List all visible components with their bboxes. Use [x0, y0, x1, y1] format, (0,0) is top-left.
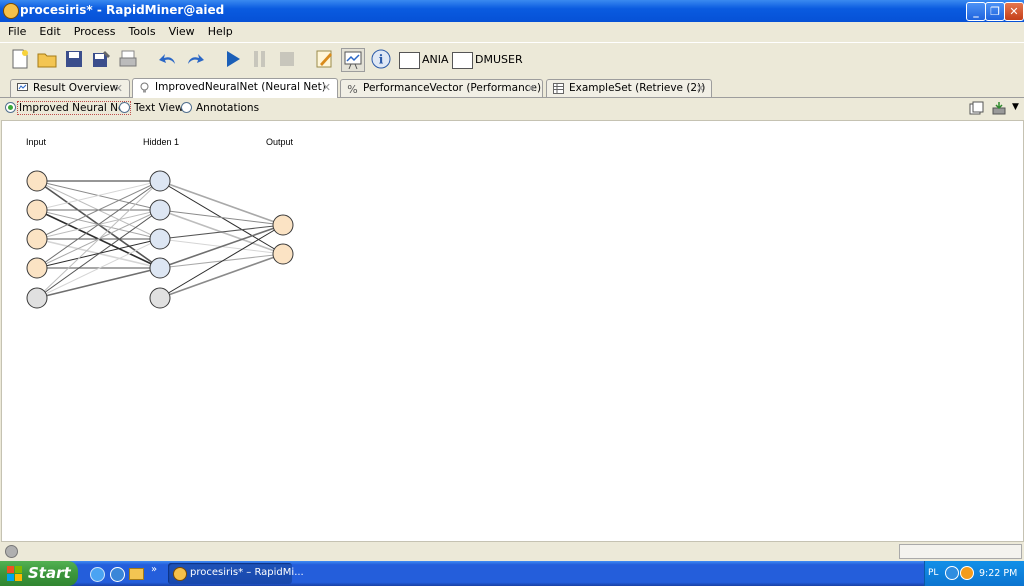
quicklaunch-overflow-icon[interactable]: »	[151, 564, 157, 575]
connection-edge	[159, 209, 284, 226]
maximize-button[interactable]: ❐	[985, 2, 1005, 21]
window-title: procesiris* - RapidMiner@aied	[20, 3, 225, 17]
view-label-graph[interactable]: Improved Neural Net	[17, 101, 131, 115]
layer-label: Output	[266, 137, 294, 147]
input-node[interactable]	[26, 170, 48, 192]
svg-text:i: i	[379, 53, 384, 67]
menu-help[interactable]: Help	[200, 22, 238, 38]
save-as-icon[interactable]	[90, 48, 112, 70]
close-tab-icon[interactable]: ✕	[696, 80, 705, 97]
title-bar: procesiris* - RapidMiner@aied _ ❐ ✕	[0, 0, 1024, 22]
status-indicator-icon	[5, 545, 18, 558]
tray-chevron-icon[interactable]	[945, 566, 959, 580]
close-button[interactable]: ✕	[1004, 2, 1024, 21]
main-toolbar: i ANIA DMUSER	[0, 42, 1024, 77]
memory-monitor	[899, 544, 1022, 559]
output-node[interactable]	[272, 243, 294, 265]
start-label: Start	[28, 564, 71, 582]
input-node[interactable]	[26, 199, 48, 221]
system-tray: PL 9:22 PM	[924, 561, 1024, 586]
output-node[interactable]	[272, 214, 294, 236]
export-icon[interactable]	[991, 100, 1008, 116]
start-button[interactable]: Start	[0, 561, 78, 586]
quicklaunch-ie-icon[interactable]	[110, 567, 125, 582]
connection-edge	[159, 180, 284, 226]
perspective-dmuser-label: DMUSER	[475, 53, 523, 66]
input-node[interactable]	[26, 257, 48, 279]
rapidminer-icon	[3, 3, 19, 19]
redo-icon[interactable]	[184, 48, 206, 70]
menu-process[interactable]: Process	[66, 22, 121, 38]
percent-icon: %	[347, 83, 357, 94]
bias-node[interactable]	[26, 287, 48, 309]
info-icon[interactable]: i	[370, 48, 392, 70]
neural-net-graph: Input Hidden 1 Output	[26, 137, 294, 309]
monitor-icon	[17, 83, 28, 91]
connection-edge	[36, 267, 161, 299]
stop-icon[interactable]	[276, 48, 298, 70]
restore-view-icon[interactable]	[969, 101, 984, 116]
menu-tools[interactable]: Tools	[120, 22, 160, 38]
tab-label: Result Overview	[33, 82, 119, 94]
tab-result-overview[interactable]: Result Overview ✕	[10, 79, 130, 97]
save-icon[interactable]	[63, 48, 85, 70]
open-folder-icon[interactable]	[36, 48, 58, 70]
tab-label: PerformanceVector (Performance)	[363, 82, 542, 94]
minimize-button[interactable]: _	[966, 2, 986, 21]
view-selector-bar: Improved Neural Net Text View Annotation…	[0, 98, 1024, 119]
view-radio-text[interactable]	[119, 102, 130, 113]
new-file-icon[interactable]	[9, 48, 31, 70]
perspective-dmuser-checkbox[interactable]	[452, 52, 473, 69]
menu-file[interactable]: File	[0, 22, 31, 38]
hidden-node[interactable]	[149, 257, 171, 279]
close-tab-icon[interactable]: ✕	[527, 80, 536, 97]
hidden-node[interactable]	[149, 199, 171, 221]
undo-icon[interactable]	[157, 48, 179, 70]
layer-label: Hidden 1	[143, 137, 179, 147]
tab-example-set[interactable]: ExampleSet (Retrieve (2)) ✕	[546, 79, 712, 97]
taskbar-item-label: procesiris* – RapidMi...	[190, 567, 304, 578]
view-label-text[interactable]: Text View	[134, 102, 184, 114]
perspective-ania-checkbox[interactable]	[399, 52, 420, 69]
windows-taskbar: Start » procesiris* – RapidMi... PL 9:22…	[0, 561, 1024, 586]
menu-bar: File Edit Process Tools View Help	[0, 22, 1024, 42]
table-icon	[553, 83, 564, 94]
design-perspective-icon[interactable]	[314, 48, 336, 70]
print-icon[interactable]	[117, 48, 139, 70]
status-bar	[0, 542, 1024, 560]
view-radio-graph[interactable]	[5, 102, 16, 113]
view-radio-annotations[interactable]	[181, 102, 192, 113]
tray-app-icon[interactable]	[960, 566, 974, 580]
pause-icon[interactable]	[249, 48, 271, 70]
menu-view[interactable]: View	[161, 22, 200, 38]
language-indicator[interactable]: PL	[928, 568, 938, 578]
svg-text:%: %	[347, 83, 357, 94]
quicklaunch-folder-icon[interactable]	[129, 568, 144, 580]
quicklaunch-browser-icon[interactable]	[90, 567, 105, 582]
tab-label: ImprovedNeuralNet (Neural Net)	[155, 81, 326, 93]
hidden-node[interactable]	[149, 170, 171, 192]
rapidminer-icon	[173, 567, 187, 581]
tab-label: ExampleSet (Retrieve (2))	[569, 82, 706, 94]
windows-logo-icon	[7, 566, 22, 581]
tab-improved-neural-net[interactable]: ImprovedNeuralNet (Neural Net) ✕	[132, 78, 338, 98]
clock: 9:22 PM	[979, 568, 1018, 579]
tab-performance-vector[interactable]: % PerformanceVector (Performance) ✕	[340, 79, 543, 97]
bulb-icon	[140, 82, 149, 93]
result-perspective-icon[interactable]	[341, 48, 365, 72]
close-tab-icon[interactable]: ✕	[114, 80, 123, 97]
run-icon[interactable]	[222, 48, 244, 70]
neural-net-canvas: Input Hidden 1 Output	[1, 120, 1024, 542]
taskbar-item-rapidminer[interactable]: procesiris* – RapidMi...	[168, 563, 304, 584]
result-tab-bar: Result Overview ✕ ImprovedNeuralNet (Neu…	[0, 77, 1024, 98]
perspective-ania-label: ANIA	[422, 53, 449, 66]
hidden-node[interactable]	[149, 228, 171, 250]
input-node[interactable]	[26, 228, 48, 250]
menu-edit[interactable]: Edit	[31, 22, 65, 38]
view-label-annotations[interactable]: Annotations	[196, 102, 259, 114]
close-tab-icon[interactable]: ✕	[322, 79, 331, 96]
bias-node[interactable]	[149, 287, 171, 309]
chevron-down-icon[interactable]: ▼	[1012, 102, 1019, 112]
layer-label: Input	[26, 137, 47, 147]
